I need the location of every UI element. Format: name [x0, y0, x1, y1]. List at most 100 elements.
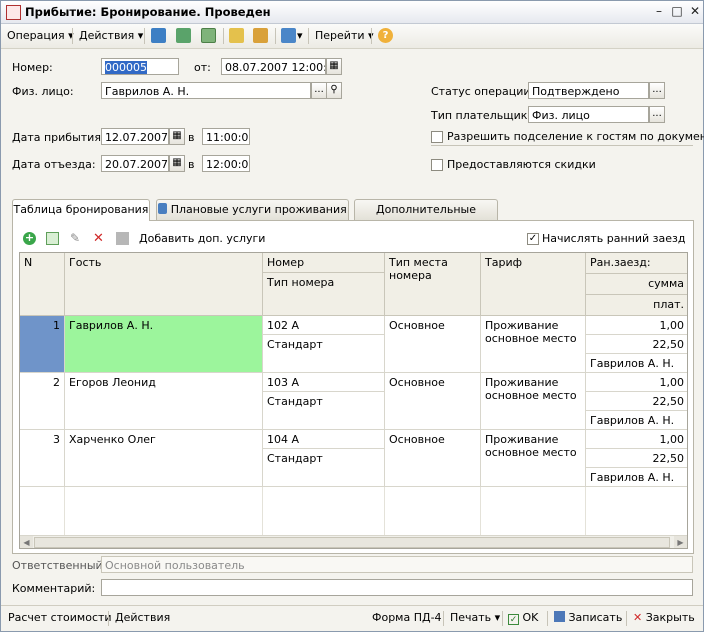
move-icon[interactable] [281, 28, 296, 43]
table-row-room-type[interactable]: Стандарт [263, 449, 385, 487]
save-button[interactable]: Записать [554, 611, 622, 624]
early-checkin-checkbox[interactable]: ✓ [527, 233, 539, 245]
header-early-time[interactable]: Ран.заезд: время [586, 253, 687, 274]
header-room-type[interactable]: Тип номера [263, 273, 385, 316]
close-window-button[interactable]: ✕ [687, 4, 703, 19]
table-row-payer[interactable]: Гаврилов А. Н. [586, 354, 687, 373]
table-row-guest[interactable]: Харченко Олег [65, 430, 263, 487]
header-early-sum[interactable]: сумма [586, 274, 687, 295]
table-row-payer[interactable]: Гаврилов А. Н. [586, 468, 687, 487]
table-row-tariff[interactable]: Проживание основное место [481, 430, 586, 487]
payer-type-field[interactable]: Физ. лицо [528, 106, 649, 123]
minimize-button[interactable]: – [651, 4, 667, 19]
table-row-sum[interactable]: 22,50 [586, 449, 687, 468]
structure-icon[interactable] [253, 28, 268, 43]
comment-field[interactable] [101, 579, 693, 596]
bar-separator [502, 611, 503, 626]
table-row-room[interactable]: 103 А [263, 373, 385, 392]
form-pd4-button[interactable]: Форма ПД-4 [372, 611, 442, 624]
responsible-field[interactable]: Основной пользователь [101, 556, 693, 573]
header-guest[interactable]: Гость [65, 253, 263, 316]
table-row-n[interactable]: 3 [20, 430, 65, 487]
save-icon[interactable] [116, 232, 129, 245]
refresh-icon[interactable] [176, 28, 191, 43]
ok-button[interactable]: ✓ OK [508, 611, 538, 625]
table-row-room[interactable]: 104 А [263, 430, 385, 449]
select-button[interactable]: ... [311, 82, 327, 99]
table-row-time[interactable]: 1,00 [586, 373, 687, 392]
close-button[interactable]: ✕ Закрыть [633, 611, 695, 624]
date-field[interactable]: 08.07.2007 12:00:00 [221, 58, 326, 75]
select-button[interactable]: ... [649, 82, 665, 99]
add-services-button[interactable]: Добавить доп. услуги [139, 232, 265, 245]
print-menu[interactable]: Печать ▾ [450, 611, 500, 624]
table-row-place[interactable]: Основное [385, 316, 481, 373]
goto-menu[interactable]: Перейти ▾ [315, 29, 374, 42]
calculate-cost-button[interactable]: Расчет стоимости [8, 611, 112, 624]
help-icon[interactable]: ? [378, 28, 393, 43]
table-row-tariff[interactable]: Проживание основное место [481, 316, 586, 373]
scroll-right-icon[interactable]: ▶ [674, 536, 687, 548]
departure-date-field[interactable]: 20.07.2007 [101, 155, 169, 172]
maximize-button[interactable]: □ [669, 4, 685, 19]
tab-planned-services[interactable]: Плановые услуги проживания [156, 199, 349, 220]
scroll-left-icon[interactable]: ◀ [20, 536, 33, 548]
calendar-icon[interactable]: ▦ [326, 58, 342, 75]
edit-icon[interactable]: ✎ [70, 231, 80, 245]
table-row-n[interactable]: 2 [20, 373, 65, 430]
responsible-label: Ответственный: [12, 559, 107, 572]
actions-menu[interactable]: Действия ▾ [79, 29, 143, 42]
search-icon[interactable]: ⚲ [326, 82, 342, 99]
copy-icon[interactable] [201, 28, 216, 43]
header-place-type[interactable]: Тип места номера [385, 253, 481, 316]
departure-time-field[interactable]: 12:00:00 [202, 155, 250, 172]
table-row-sum[interactable]: 22,50 [586, 335, 687, 354]
grid-line [480, 487, 481, 535]
table-row-room-type[interactable]: Стандарт [263, 335, 385, 373]
table-row-guest[interactable]: Гаврилов А. Н. [65, 316, 263, 373]
select-button[interactable]: ... [649, 106, 665, 123]
person-field[interactable]: Гаврилов А. Н. [101, 82, 311, 99]
add-row-icon[interactable]: + [23, 232, 36, 245]
allow-split-label: Разрешить подселение к гостям по докумен… [447, 130, 704, 143]
number-field[interactable]: 000005 [101, 58, 179, 75]
based-on-icon[interactable] [229, 28, 244, 43]
move-dropdown-arrow[interactable]: ▾ [297, 29, 303, 42]
horizontal-scrollbar[interactable]: ◀ ▶ [20, 535, 687, 548]
discounts-checkbox[interactable] [431, 159, 443, 171]
person-label: Физ. лицо: [12, 85, 74, 98]
table-row-place[interactable]: Основное [385, 373, 481, 430]
copy-row-icon[interactable] [46, 232, 59, 245]
header-n[interactable]: N [20, 253, 65, 316]
delete-icon[interactable]: ✕ [93, 231, 104, 246]
table-row-tariff[interactable]: Проживание основное место [481, 373, 586, 430]
table-row-time[interactable]: 1,00 [586, 430, 687, 449]
operation-menu[interactable]: Операция ▾ [7, 29, 74, 42]
actions-button[interactable]: Действия [115, 611, 170, 624]
arrival-time-field[interactable]: 11:00:00 [202, 128, 250, 145]
table-row-guest[interactable]: Егоров Леонид [65, 373, 263, 430]
table-row-n[interactable]: 1 [20, 316, 65, 373]
booking-grid: N Гость Номер Тип номера Тип места номер… [19, 252, 688, 549]
header-room[interactable]: Номер [263, 253, 385, 273]
calendar-icon[interactable]: ▦ [169, 155, 185, 172]
table-row-time[interactable]: 1,00 [586, 316, 687, 335]
grid-line [64, 487, 65, 535]
allow-split-checkbox[interactable] [431, 131, 443, 143]
toolbar-separator [275, 28, 276, 44]
header-tariff[interactable]: Тариф [481, 253, 586, 316]
status-field[interactable]: Подтверждено [528, 82, 649, 99]
table-row-place[interactable]: Основное [385, 430, 481, 487]
table-row-room[interactable]: 102 А [263, 316, 385, 335]
calendar-icon[interactable]: ▦ [169, 128, 185, 145]
tab-booking-table[interactable]: Таблица бронирования [12, 199, 150, 221]
header-early-payer[interactable]: плат. [586, 295, 687, 316]
arrival-label: Дата прибытия: [12, 131, 105, 144]
tab-additional-services[interactable]: Дополнительные услуги [354, 199, 498, 236]
scrollbar-thumb[interactable] [34, 537, 670, 548]
arrival-date-field[interactable]: 12.07.2007 [101, 128, 169, 145]
table-row-payer[interactable]: Гаврилов А. Н. [586, 411, 687, 430]
table-row-room-type[interactable]: Стандарт [263, 392, 385, 430]
table-row-sum[interactable]: 22,50 [586, 392, 687, 411]
post-document-icon[interactable] [151, 28, 166, 43]
